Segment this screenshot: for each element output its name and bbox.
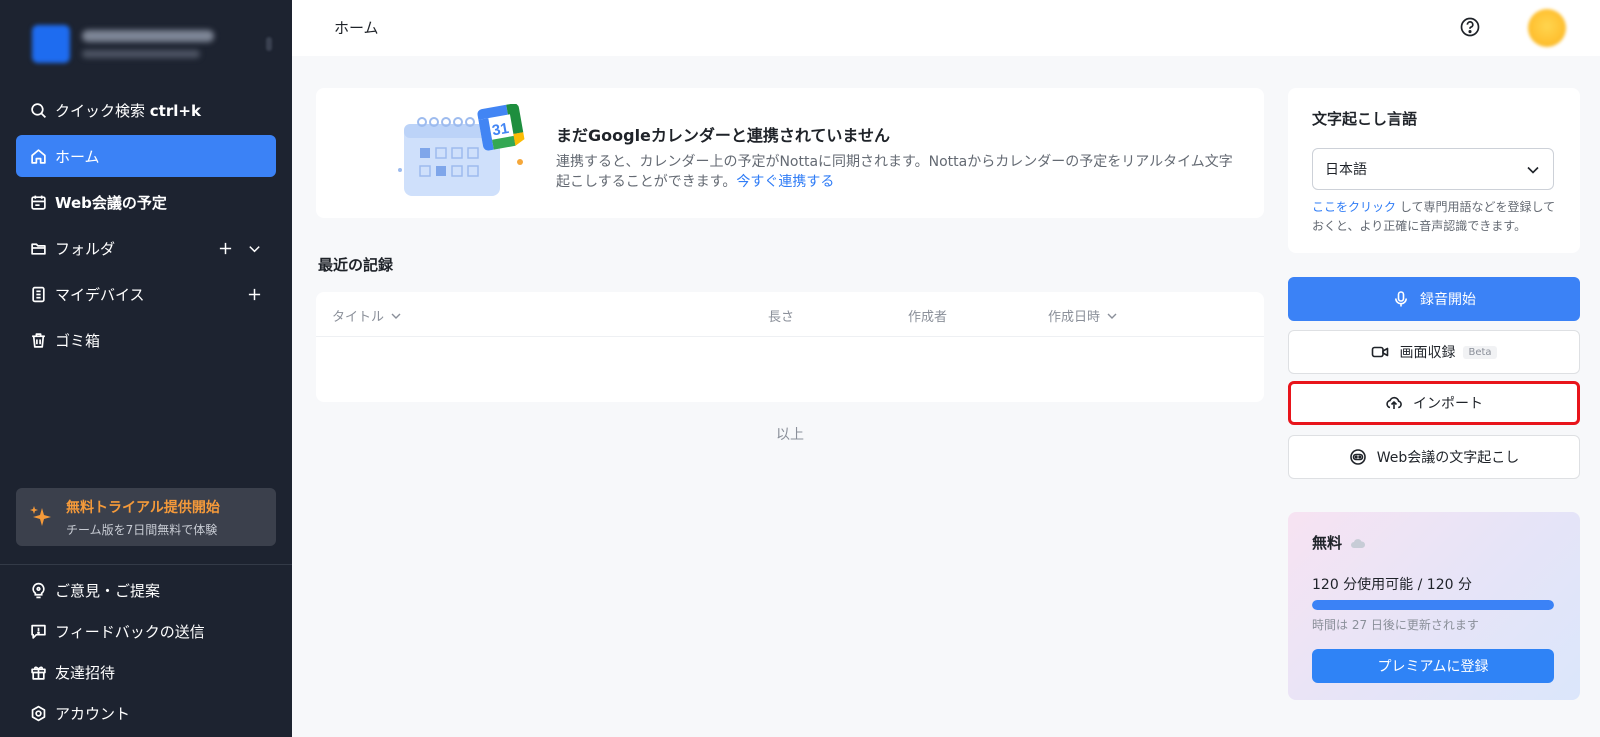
sidebar-item-trash[interactable]: ゴミ箱 — [16, 319, 276, 361]
device-icon — [32, 286, 45, 302]
banner-title: まだGoogleカレンダーと連携されていません — [556, 126, 890, 145]
sidebar-item-label: フォルダ — [55, 239, 116, 258]
top-header: ホーム — [292, 0, 1600, 56]
renew-text: 時間は 27 日後に更新されます — [1312, 618, 1479, 632]
home-icon — [31, 148, 46, 164]
column-header-created[interactable]: 作成日時 — [1048, 306, 1118, 325]
column-header-length: 長さ — [768, 310, 795, 325]
usage-progress-fill — [1312, 600, 1554, 610]
table-header-divider — [316, 336, 1264, 337]
lightbulb-icon — [32, 582, 45, 598]
meeting-bot-icon — [1349, 449, 1366, 465]
search-icon — [31, 102, 47, 118]
sidebar-item-label: ホーム — [55, 147, 100, 166]
screen-record-button[interactable]: 画面収録 Beta — [1288, 330, 1580, 374]
sidebar-item-label: アカウント — [55, 704, 131, 723]
chevron-down-icon[interactable] — [247, 241, 262, 256]
trial-title: 無料トライアル提供開始 — [66, 499, 220, 516]
banner-text: 連携すると、カレンダー上の予定がNottaに同期されます。Nottaからカレンダ… — [556, 154, 1233, 190]
chevron-down-icon — [1527, 166, 1539, 174]
plus-icon[interactable] — [247, 287, 262, 302]
plus-icon[interactable] — [218, 241, 233, 256]
sidebar-item-label: Web会議の予定 — [55, 193, 167, 212]
question-circle-icon[interactable] — [1459, 16, 1481, 38]
language-title: 文字起こし言語 — [1312, 110, 1418, 128]
calendar-icon — [31, 195, 46, 210]
gift-icon — [31, 665, 46, 680]
microphone-icon — [1395, 291, 1407, 307]
sidebar-item-suggestions[interactable]: ご意見・ご提案 — [16, 569, 276, 611]
sidebar: クイック検索 ctrl+k ホーム Web会議の予定 フォルダ マイデバイス ゴ… — [0, 0, 292, 737]
plan-card: 無料 120 分使用可能 / 120 分 時間は 27 日後に更新されます プレ… — [1288, 512, 1580, 700]
workspace-logo — [32, 25, 70, 63]
calendar-number: 31 — [491, 120, 510, 140]
calendar-illustration-icon: 31 — [398, 104, 525, 196]
video-camera-icon — [1372, 346, 1389, 358]
sidebar-divider — [0, 564, 292, 565]
import-button[interactable]: インポート — [1288, 381, 1580, 425]
list-end-label: 以上 — [776, 427, 804, 443]
recent-records-title: 最近の記録 — [318, 256, 394, 274]
cloud-upload-icon — [1386, 396, 1402, 409]
workspace-switcher[interactable] — [32, 22, 272, 66]
usage-progress-bar — [1312, 600, 1554, 610]
connect-now-link[interactable]: 今すぐ連携する — [736, 174, 834, 190]
custom-terms-link[interactable]: ここをクリック — [1312, 200, 1396, 214]
sidebar-item-quick-search[interactable]: クイック検索 ctrl+k — [16, 89, 276, 131]
page-title: ホーム — [334, 19, 379, 37]
sidebar-item-account[interactable]: アカウント — [16, 692, 276, 734]
web-meeting-transcription-button[interactable]: Web会議の文字起こし — [1288, 435, 1580, 479]
workspace-email-blurred — [82, 50, 200, 58]
start-recording-button[interactable]: 録音開始 — [1288, 277, 1580, 321]
premium-upgrade-button[interactable]: プレミアムに登録 — [1312, 649, 1554, 683]
language-select[interactable]: 日本語 — [1312, 148, 1554, 190]
workspace-name-blurred — [82, 30, 214, 42]
beta-badge: Beta — [1463, 345, 1497, 359]
trial-banner[interactable]: 無料トライアル提供開始 チーム版を7日間無料で体験 — [16, 488, 276, 546]
sidebar-item-label: 友達招待 — [55, 663, 116, 682]
workspace-toggle-icon[interactable] — [266, 37, 272, 51]
sidebar-item-web-meetings[interactable]: Web会議の予定 — [16, 181, 276, 223]
trash-icon — [32, 332, 45, 348]
sidebar-item-label: フィードバックの送信 — [55, 622, 205, 641]
sidebar-item-invite[interactable]: 友達招待 — [16, 651, 276, 693]
chevron-down-icon — [391, 313, 401, 319]
cloud-icon — [1351, 538, 1366, 548]
records-table: タイトル 長さ 作成者 作成日時 — [316, 292, 1264, 402]
sidebar-item-label: ゴミ箱 — [55, 331, 101, 350]
language-selected-value: 日本語 — [1325, 162, 1367, 178]
sidebar-item-label: マイデバイス — [55, 285, 145, 304]
gear-icon — [31, 705, 46, 721]
column-header-title[interactable]: タイトル — [332, 306, 402, 325]
column-header-author: 作成者 — [908, 310, 948, 325]
sidebar-item-label: クイック検索 — [55, 101, 150, 120]
sidebar-item-my-devices[interactable]: マイデバイス — [16, 273, 276, 315]
calendar-connect-banner: 31 まだGoogleカレンダーと連携されていません 連携すると、カレンダー上の… — [316, 88, 1264, 218]
avatar[interactable] — [1528, 9, 1566, 47]
feedback-icon — [31, 624, 46, 639]
trial-subtitle: チーム版を7日間無料で体験 — [66, 522, 218, 537]
plan-title: 無料 — [1312, 534, 1343, 552]
usage-text: 120 分使用可能 / 120 分 — [1312, 577, 1472, 593]
sparkle-icon — [30, 506, 51, 526]
sidebar-item-home[interactable]: ホーム — [16, 135, 276, 177]
sidebar-item-label: ご意見・ご提案 — [55, 581, 161, 600]
folder-icon — [31, 242, 46, 255]
shortcut-label: ctrl+k — [149, 101, 201, 120]
language-card: 文字起こし言語 日本語 ここをクリック して専門用語などを登録しておくと、より正… — [1288, 88, 1580, 253]
chevron-down-icon — [1107, 313, 1117, 319]
sidebar-item-folders[interactable]: フォルダ — [16, 227, 276, 269]
sidebar-item-feedback[interactable]: フィードバックの送信 — [16, 610, 276, 652]
